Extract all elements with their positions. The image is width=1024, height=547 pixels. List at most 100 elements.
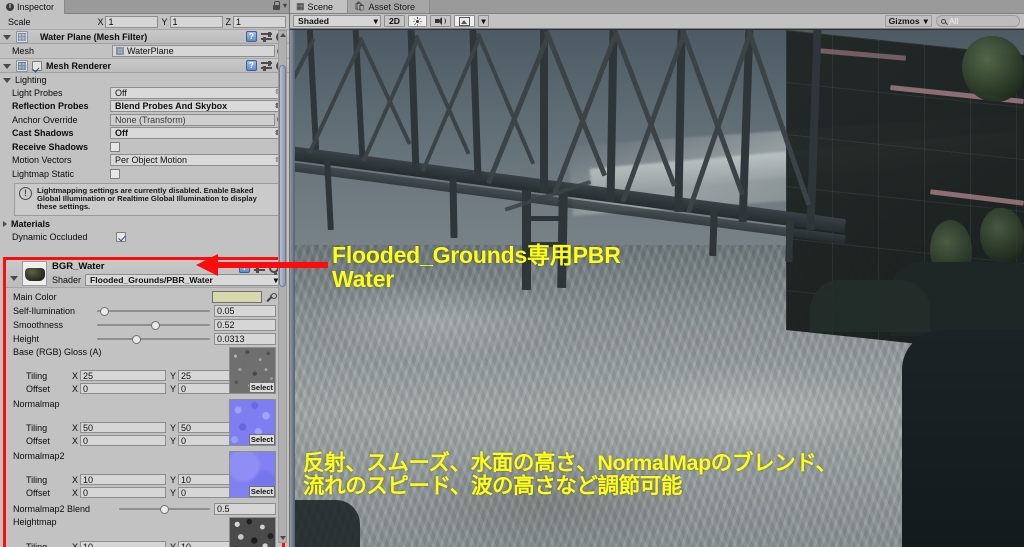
gizmos-dropdown[interactable]: Gizmos ▾ xyxy=(884,15,932,27)
x-label: X xyxy=(72,370,79,381)
foldout-mesh-filter-icon[interactable] xyxy=(3,35,11,40)
property-dropdown[interactable]: Per Object Motion⇳ xyxy=(110,154,283,167)
scale-label: Scale xyxy=(8,16,31,27)
scale-y-input[interactable]: 1 xyxy=(169,15,223,28)
texture-preview[interactable]: Select xyxy=(229,347,276,394)
lock-icon[interactable] xyxy=(272,1,281,10)
scale-z-input[interactable]: 1 xyxy=(233,15,286,28)
shader-dropdown[interactable]: Flooded_Grounds/PBR_Water ▾ xyxy=(85,274,282,286)
scale-x[interactable]: X 1 xyxy=(97,15,159,28)
property-checkbox[interactable] xyxy=(110,141,120,152)
mesh-renderer-enabled-checkbox[interactable] xyxy=(32,60,42,71)
material-slider-value[interactable]: 0.05 xyxy=(214,305,276,317)
mesh-object-field[interactable]: WaterPlane xyxy=(112,45,275,57)
draw-mode-dropdown[interactable]: Shaded ▾ xyxy=(293,15,381,27)
toggle-audio-button[interactable] xyxy=(430,15,451,27)
property-dropdown[interactable]: Blend Probes And Skybox⇳ xyxy=(110,100,283,113)
material-slider-row: Height 0.0313 xyxy=(6,332,282,346)
y-label: Y xyxy=(170,474,177,485)
texture-offset-x[interactable]: X0 xyxy=(72,435,167,446)
texture-tiling-x-input[interactable]: 50 xyxy=(80,422,167,433)
scrollbar-thumb[interactable] xyxy=(279,65,286,287)
property-object-field[interactable]: None (Transform) xyxy=(110,113,275,126)
dynamic-occluded-checkbox[interactable] xyxy=(116,232,126,243)
dark-foreground-cliff xyxy=(902,330,1024,547)
texture-offset-x-input[interactable]: 0 xyxy=(80,487,167,498)
texture-preview[interactable]: Select xyxy=(229,451,276,498)
property-row: Lightmap Static xyxy=(0,167,289,181)
texture-select-button[interactable]: Select xyxy=(248,434,275,445)
red-arrow-shaft xyxy=(218,262,328,268)
scroll-down-arrow-icon[interactable] xyxy=(280,536,286,540)
scale-z[interactable]: Z 1 xyxy=(225,15,286,28)
heightmap-tiling-x[interactable]: X 10 xyxy=(72,541,167,547)
texture-tiling-label: Tiling xyxy=(26,474,48,485)
scene-search-input[interactable]: All xyxy=(936,15,1020,27)
texture-tiling-x-input[interactable]: 25 xyxy=(80,370,167,381)
scale-z-label: Z xyxy=(225,16,232,27)
texture-offset-x-input[interactable]: 0 xyxy=(80,435,167,446)
lighting-foldout-row[interactable]: Lighting xyxy=(0,73,289,86)
bridge-pier xyxy=(449,177,458,239)
transform-scale-row: Scale X 1 Y 1 Z 1 xyxy=(0,14,289,29)
preset-sliders-icon[interactable] xyxy=(261,60,272,71)
material-slider-label: Smoothness xyxy=(13,320,64,330)
normalmap2-blend-slider[interactable] xyxy=(119,503,210,515)
help-book-icon[interactable] xyxy=(246,31,257,42)
help-book-icon[interactable] xyxy=(246,60,257,71)
slider-handle[interactable] xyxy=(132,334,142,344)
tab-inspector[interactable]: i Inspector xyxy=(0,0,66,14)
property-label: Anchor Override xyxy=(12,114,78,125)
scale-y[interactable]: Y 1 xyxy=(161,15,223,28)
scale-x-input[interactable]: 1 xyxy=(105,15,159,28)
texture-offset-x-input[interactable]: 0 xyxy=(80,383,167,394)
scroll-up-arrow-icon[interactable] xyxy=(280,33,286,37)
slider-handle[interactable] xyxy=(100,306,110,316)
material-slider[interactable] xyxy=(97,333,210,345)
tab-asset-store[interactable]: 🛍 Asset Store xyxy=(348,0,431,13)
component-header-mesh-filter[interactable]: Water Plane (Mesh Filter) xyxy=(0,29,289,44)
main-color-swatch[interactable] xyxy=(212,291,262,303)
slider-handle[interactable] xyxy=(151,320,161,330)
foldout-lighting-icon[interactable] xyxy=(3,78,11,83)
toggle-2d-button[interactable]: 2D xyxy=(384,15,405,27)
materials-foldout-row[interactable]: Materials xyxy=(0,218,289,231)
mesh-asset-icon xyxy=(116,47,124,55)
property-dropdown[interactable]: Off⇳ xyxy=(110,127,283,140)
texture-tiling-x[interactable]: X 25 xyxy=(72,370,167,381)
heightmap-tiling-x-input[interactable]: 10 xyxy=(80,541,167,547)
material-slider-value[interactable]: 0.52 xyxy=(214,319,276,331)
texture-tiling-x[interactable]: X 50 xyxy=(72,422,167,433)
foldout-materials-icon[interactable] xyxy=(3,221,7,228)
property-value: Blend Probes And Skybox xyxy=(115,101,228,112)
material-slider[interactable] xyxy=(97,319,210,331)
material-body: Main Color Self-Ilumination 0.05 Smoothnes… xyxy=(6,288,282,547)
texture-offset-x[interactable]: X0 xyxy=(72,487,167,498)
texture-offset-x[interactable]: X0 xyxy=(72,383,167,394)
kebab-menu-icon[interactable]: ▾ xyxy=(283,1,287,10)
texture-tiling-x-input[interactable]: 10 xyxy=(80,474,167,485)
foldout-mesh-renderer-icon[interactable] xyxy=(3,64,11,69)
texture-select-button[interactable]: Select xyxy=(248,486,275,497)
inspector-scrollbar[interactable] xyxy=(278,30,287,543)
material-slider-value[interactable]: 0.0313 xyxy=(214,333,276,345)
effects-dropdown-button[interactable]: ▾ xyxy=(478,15,489,27)
toggle-scene-lighting-button[interactable] xyxy=(408,15,427,27)
toggle-effects-button[interactable] xyxy=(454,15,475,27)
heightmap-preview[interactable] xyxy=(229,517,276,547)
inspector-tab-options[interactable]: ▾ xyxy=(272,1,287,10)
texture-preview[interactable]: Select xyxy=(229,399,276,446)
texture-tiling-x[interactable]: X 10 xyxy=(72,474,167,485)
property-dropdown[interactable]: Off⇳ xyxy=(110,86,283,99)
property-checkbox[interactable] xyxy=(110,168,120,179)
normalmap2-blend-value[interactable]: 0.5 xyxy=(214,503,276,515)
eyedropper-icon[interactable] xyxy=(265,292,276,303)
tab-scene[interactable]: ▦ Scene xyxy=(290,0,349,13)
main-color-row: Main Color xyxy=(6,290,282,304)
red-arrow-left-icon xyxy=(196,254,218,276)
material-slider[interactable] xyxy=(97,305,210,317)
texture-select-button[interactable]: Select xyxy=(248,382,275,393)
foldout-material-icon[interactable] xyxy=(10,276,18,281)
component-header-mesh-renderer[interactable]: Mesh Renderer xyxy=(0,58,289,73)
preset-sliders-icon[interactable] xyxy=(261,31,272,42)
